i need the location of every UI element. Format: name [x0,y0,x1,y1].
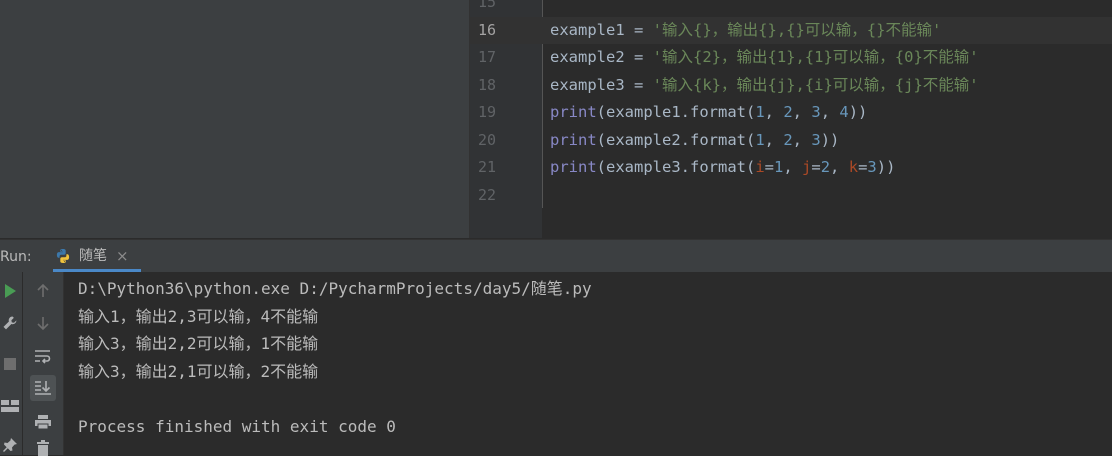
code-token: 2 [820,158,831,176]
line-number: 18 [477,75,496,94]
code-token: 1 [774,158,784,176]
run-toolbar-right [23,272,64,456]
code-token: k [848,158,859,176]
code-token: )) [848,103,868,121]
line-number: 15 [477,0,496,11]
run-toolbar-left [0,272,22,455]
line-number: 16 [477,20,496,39]
code-token: example1 = [550,20,653,39]
code-token: example2 = [550,48,653,66]
run-tab-suibi[interactable]: 随笔 × [53,240,141,272]
code-text: example1 = '输入{}，输出{},{}可以输，{}不能输' [550,17,941,45]
code-text: print(example3.format(i=1, j=2, k=3)) [550,154,895,182]
code-token: 1 [755,103,765,121]
code-token: 2 [783,130,793,149]
close-icon[interactable]: × [116,240,129,272]
console-line: 输入3，输出2,2可以输，1不能输 [78,334,319,353]
run-tool-window-header: Run: 随笔 × [0,239,1112,273]
code-token: i [755,158,765,176]
code-token: j [802,158,812,176]
code-editor[interactable]: 15 16 example1 = '输入{}，输出{},{}可以输，{}不能输' 17… [470,0,1112,209]
python-icon [55,248,71,264]
line-number: 21 [477,158,496,176]
run-label: Run: [0,249,32,265]
console-line: 输入3，输出2,1可以输，2不能输 [78,361,319,381]
layout-icon[interactable] [0,395,20,417]
code-token: print [550,103,597,121]
code-token: , [783,158,803,176]
line-number: 20 [477,130,496,149]
code-token: , [792,130,812,149]
code-token: '输入{}，输出{},{}可以输，{}不能输' [652,20,942,39]
code-text: example2 = '输入{2}，输出{1},{1}可以输，{0}不能输' [550,44,979,72]
run-icon[interactable] [0,280,20,302]
line-number: 22 [477,185,496,204]
code-line[interactable]: 22 [470,182,1112,210]
code-token: = [858,158,868,176]
up-arrow-icon[interactable] [32,280,54,302]
line-number: 17 [477,48,496,66]
code-token: example3 = [550,75,653,94]
stop-icon[interactable] [0,353,20,375]
code-token: , [792,103,812,121]
code-token: print [550,130,597,149]
code-line[interactable]: 20 print(example2.format(1, 2, 3)) [470,127,1112,155]
code-text: example3 = '输入{k}，输出{j},{i}可以输，{j}不能输' [550,72,979,100]
soft-wrap-icon[interactable] [32,345,54,367]
project-pane [0,0,470,238]
code-line[interactable]: 15 [470,0,1112,17]
console-line: Process finished with exit code 0 [78,416,396,436]
wrench-icon[interactable] [0,312,20,334]
code-token: 3 [867,158,877,176]
line-number: 19 [477,103,496,121]
code-line[interactable]: 17 example2 = '输入{2}，输出{1},{1}可以输，{0}不能输' [470,44,1112,72]
code-token: , [830,158,849,176]
code-token: , [764,103,784,121]
code-token: '输入{2}，输出{1},{1}可以输，{0}不能输' [652,48,979,66]
console-output[interactable]: D:\Python36\python.exe D:/PycharmProject… [64,272,1112,455]
code-line[interactable]: 16 example1 = '输入{}，输出{},{}可以输，{}不能输' [470,16,1112,45]
code-token: = [811,158,821,176]
scroll-to-end-icon[interactable] [30,375,56,401]
code-token: 2 [783,103,793,121]
code-token: print [550,158,597,176]
code-token: , [820,103,840,121]
code-token: (example3.format( [596,158,756,176]
editor-area: 15 16 example1 = '输入{}，输出{},{}可以输，{}不能输' 17… [0,0,1112,238]
run-tab-label: 随笔 [79,248,107,264]
code-token: , [764,130,784,149]
code-text: print(example2.format(1, 2, 3)) [550,127,839,155]
down-arrow-icon[interactable] [32,312,54,334]
code-line[interactable]: 21 print(example3.format(i=1, j=2, k=3)) [470,154,1112,182]
code-token: )) [820,130,840,149]
code-token: 3 [811,130,821,149]
code-line[interactable]: 19 print(example1.format(1, 2, 3, 4)) [470,99,1112,127]
code-token: 4 [839,103,849,121]
code-token: 3 [811,103,821,121]
code-token: (example1.format( [596,103,756,121]
code-token: 1 [755,130,765,149]
print-icon[interactable] [32,411,54,433]
console-line: D:\Python36\python.exe D:/PycharmProject… [78,279,592,298]
console-line: 输入1，输出2,3可以输，4不能输 [78,306,319,326]
trash-icon[interactable] [32,440,54,456]
code-text: print(example1.format(1, 2, 3, 4)) [550,99,867,127]
code-token: )) [876,158,896,176]
code-token: (example2.format( [596,130,756,149]
pin-icon[interactable] [0,434,20,456]
code-line[interactable]: 18 example3 = '输入{k}，输出{j},{i}可以输，{j}不能输' [470,72,1112,100]
code-token: '输入{k}，输出{j},{i}可以输，{j}不能输' [652,75,979,94]
code-token: = [764,158,774,176]
